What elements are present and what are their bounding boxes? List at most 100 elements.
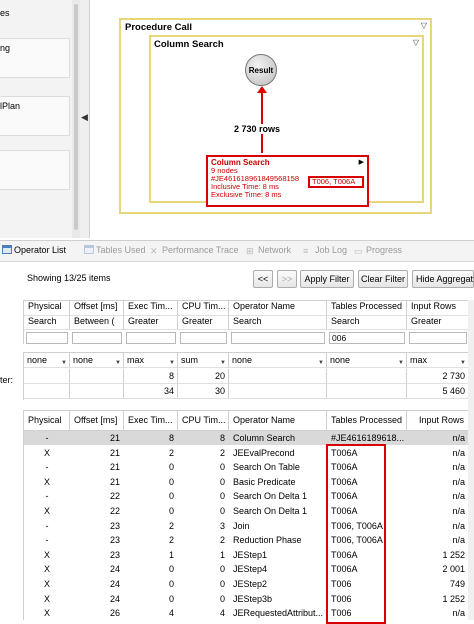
column-header-cpu-time[interactable]: CPU Tim... (178, 411, 229, 431)
vertical-scrollbar[interactable] (468, 300, 474, 620)
filter-mode-cpu-time[interactable]: Greater (178, 316, 229, 330)
filter-input-input-rows[interactable] (409, 332, 467, 344)
collapse-triangle-icon[interactable]: ▽ (421, 21, 427, 30)
tab-job-log[interactable]: ≡ Job Log (303, 245, 347, 256)
table-row[interactable]: X 24 0 0 JEStep3b T006 1 252 (24, 592, 474, 606)
procedure-call-frame[interactable]: Procedure Call ▽ Column Search ▽ Result … (119, 18, 432, 214)
aggregation-function-tables-processed[interactable]: none ▼ (327, 353, 407, 368)
cell-offset: 21 (109, 433, 120, 443)
aggregation-function-operator-name[interactable]: none ▼ (229, 353, 327, 368)
column-header-physical[interactable]: Physical (24, 411, 70, 431)
filter-mode-exec-time[interactable]: Greater (124, 316, 178, 330)
aggregation-function-exec-time[interactable]: max ▼ (124, 353, 178, 368)
network-icon: ⊞ (246, 246, 254, 256)
table-row[interactable]: - 21 0 0 Search On Table T006A n/a (24, 460, 474, 474)
tab-tables-used[interactable]: Tables Used (84, 245, 146, 255)
expand-play-icon[interactable]: ▶ (359, 159, 364, 167)
filter-input-physical[interactable] (26, 332, 68, 344)
aggregation-label: ter: (0, 375, 14, 385)
cell-tables-processed: T006A (331, 476, 358, 487)
cell-tables-processed: T006 (331, 593, 352, 604)
column-header-tables-processed[interactable]: Tables Processed (327, 411, 407, 431)
cell-input-rows: n/a (452, 476, 465, 487)
left-panel-item[interactable]: lPlan (0, 96, 70, 136)
filter-input-cpu-time[interactable] (180, 332, 227, 344)
column-header-offset[interactable]: Offset [ms] (70, 411, 124, 431)
plan-diagram: Procedure Call ▽ Column Search ▽ Result … (90, 0, 474, 238)
collapse-triangle-icon[interactable]: ▽ (413, 38, 419, 47)
left-panel-item[interactable]: es (0, 4, 70, 18)
hide-aggregation-button[interactable]: Hide Aggregati (412, 270, 474, 288)
table-row[interactable]: X 21 2 2 JEEvalPrecond T006A n/a (24, 446, 474, 460)
filter-mode-operator-name[interactable]: Search (229, 316, 327, 330)
aggregation-value (70, 369, 124, 384)
table-row[interactable]: - 21 8 8 Column Search #JE4616189618... n/a (24, 431, 474, 445)
cell-input-rows: n/a (452, 608, 465, 619)
cell-input-rows: 749 (449, 579, 465, 589)
cell-operator-name: JERequestedAttribut... (233, 608, 324, 619)
table-row[interactable]: X 24 0 0 JEStep2 T006 749 (24, 577, 474, 591)
table-row[interactable]: X 21 0 0 Basic Predicate T006A n/a (24, 475, 474, 489)
filter-header-input-rows: Input Rows (407, 301, 469, 316)
dropdown-arrow-icon: ▼ (61, 360, 67, 366)
cell-physical: - (45, 520, 49, 531)
aggregation-function-offset[interactable]: none ▼ (70, 353, 124, 368)
cell-physical: X (43, 506, 50, 516)
table-row[interactable]: X 23 1 1 JEStep1 T006A 1 252 (24, 548, 474, 562)
previous-page-button[interactable]: << (253, 270, 273, 288)
cell-cpu-time: 0 (219, 593, 225, 604)
dropdown-arrow-icon: ▼ (169, 360, 175, 366)
tab-performance-trace[interactable]: ✕ Performance Trace (150, 245, 239, 256)
cell-tables-processed: T006A (331, 491, 358, 502)
aggregation-function-input-rows[interactable]: max ▼ (407, 353, 469, 368)
cell-cpu-time: 4 (219, 608, 225, 619)
apply-filter-button[interactable]: Apply Filter (300, 270, 354, 288)
table-row[interactable]: - 22 0 0 Search On Delta 1 T006A n/a (24, 489, 474, 503)
cell-exec-time: 0 (168, 579, 174, 589)
left-panel-scrollbar[interactable] (72, 0, 80, 238)
panel-splitter[interactable]: ◀ (80, 0, 90, 238)
cell-offset: 23 (109, 535, 120, 546)
column-header-input-rows[interactable]: Input Rows (407, 411, 469, 431)
filter-input-exec-time[interactable] (126, 332, 176, 344)
table-row[interactable]: -23 2 3 Join T006, T006A n/a (24, 519, 474, 533)
aggregation-function-physical[interactable]: none ▼ (24, 353, 70, 368)
cell-offset: 22 (109, 491, 120, 502)
aggregation-function-cpu-time[interactable]: sum ▼ (178, 353, 229, 368)
filter-mode-input-rows[interactable]: Greater (407, 316, 469, 330)
operator-node[interactable]: Column Search ▶ 9 nodes #JE4616189618495… (206, 155, 369, 207)
column-header-exec-time[interactable]: Exec Tim... (124, 411, 178, 431)
cell-tables-processed: T006A (331, 564, 358, 575)
next-page-button[interactable]: >> (277, 270, 297, 288)
filter-mode-physical[interactable]: Search (24, 316, 70, 330)
filter-input-operator-name[interactable] (231, 332, 325, 344)
result-node[interactable]: Result (245, 54, 277, 86)
cell-physical: - (45, 462, 49, 473)
cell-offset: 21 (109, 476, 120, 487)
tab-operator-list[interactable]: Operator List (2, 245, 66, 255)
collapse-arrow-icon[interactable]: ◀ (81, 112, 88, 123)
column-search-frame[interactable]: Column Search ▽ Result 2 730 rows Column… (149, 35, 424, 207)
filter-input-offset[interactable] (72, 332, 122, 344)
cell-physical: X (43, 579, 50, 589)
aggregation-value (70, 384, 124, 399)
tab-network[interactable]: ⊞ Network (246, 245, 291, 256)
clear-filter-button[interactable]: Clear Filter (358, 270, 408, 288)
column-header-operator-name[interactable]: Operator Name (229, 411, 327, 431)
left-panel-item[interactable]: ng (0, 38, 70, 78)
cell-physical: - (45, 535, 49, 546)
cell-operator-name: JEStep3b (233, 593, 273, 604)
table-row[interactable]: X 24 0 0 JEStep4 T006A 2 001 (24, 562, 474, 576)
aggregation-value (24, 369, 70, 384)
filter-mode-offset[interactable]: Between ( (70, 316, 124, 330)
aggregation-value (24, 384, 70, 399)
filter-mode-tables-processed[interactable]: Search (327, 316, 407, 330)
table-row[interactable]: X 22 0 0 Search On Delta 1 T006A n/a (24, 504, 474, 518)
left-panel-item[interactable] (0, 150, 70, 190)
filter-input-tables-processed[interactable]: 006 (329, 332, 405, 344)
cell-cpu-time: 0 (219, 564, 225, 575)
tab-progress[interactable]: ▭ Progress (354, 245, 402, 256)
table-row[interactable]: X 26 4 4 JERequestedAttribut... T006 n/a (24, 606, 474, 620)
table-row[interactable]: - 23 2 2 Reduction Phase T006, T006A n/a (24, 533, 474, 547)
cell-cpu-time: 8 (219, 433, 225, 443)
